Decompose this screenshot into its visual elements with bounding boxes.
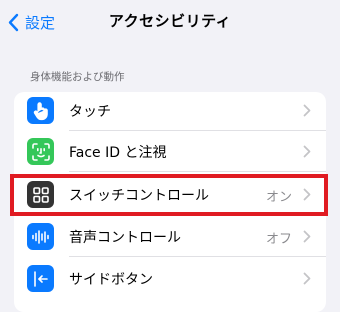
face-id-icon <box>27 138 54 165</box>
chevron-right-icon <box>303 230 311 243</box>
page-title: アクセシビリティ <box>108 12 232 30</box>
chevron-right-icon <box>303 145 311 158</box>
settings-group: タッチ Face ID と注視 スイッチコントロール オン 音声コントロール オ… <box>14 92 326 312</box>
row-label: Face ID と注視 <box>69 145 167 161</box>
row-separator <box>69 256 326 257</box>
side-button-icon <box>27 265 54 292</box>
row-separator <box>69 171 326 172</box>
chevron-right-icon <box>303 188 311 201</box>
row-value: オフ <box>265 232 292 247</box>
row-separator <box>69 214 326 215</box>
settings-row-face-id[interactable]: Face ID と注視 <box>14 131 326 172</box>
switch-control-icon <box>27 181 54 208</box>
settings-row-switch-control[interactable]: スイッチコントロール オン <box>14 174 326 215</box>
settings-row-side-button[interactable]: サイドボタン <box>14 258 326 299</box>
hand-touch-icon <box>27 97 54 124</box>
row-label: タッチ <box>69 104 111 120</box>
voice-control-icon <box>27 223 54 250</box>
row-label: スイッチコントロール <box>69 188 209 204</box>
row-label: 音声コントロール <box>69 230 181 246</box>
row-value: オン <box>265 190 292 205</box>
settings-row-touch[interactable]: タッチ <box>14 92 326 131</box>
chevron-right-icon <box>303 272 311 285</box>
chevron-right-icon <box>303 104 311 117</box>
settings-row-voice-control[interactable]: 音声コントロール オフ <box>14 216 326 257</box>
row-label: サイドボタン <box>69 272 153 288</box>
navigation-bar: 設定 アクセシビリティ <box>0 0 340 44</box>
section-header: 身体機能および動作 <box>30 71 125 83</box>
